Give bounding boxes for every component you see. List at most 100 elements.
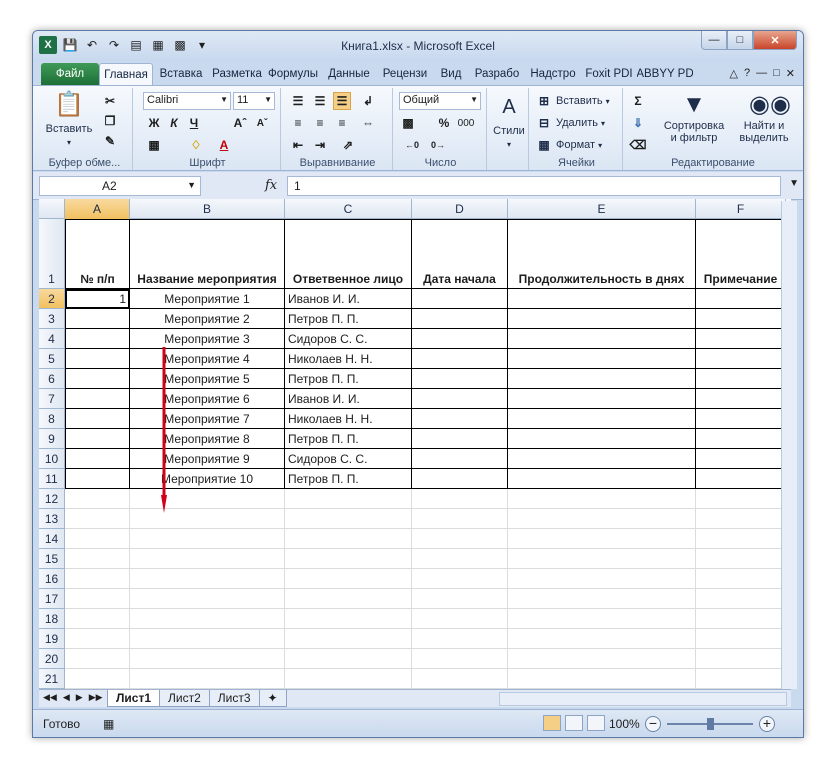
cell[interactable] [696,509,786,529]
cell[interactable] [696,469,786,489]
cell[interactable] [696,569,786,589]
cell[interactable] [508,589,696,609]
borders-icon[interactable]: ▦ [145,136,163,154]
cell[interactable] [285,669,412,689]
cell[interactable] [508,569,696,589]
cell[interactable] [508,349,696,369]
row-header[interactable]: 4 [39,329,65,349]
tab-review[interactable]: Рецензи [377,63,433,85]
cell[interactable] [696,669,786,689]
column-header-f[interactable]: F [696,199,786,219]
cell[interactable] [130,529,285,549]
cell[interactable]: Сидоров С. С. [285,449,412,469]
column-header-a[interactable]: A [65,199,130,219]
delete-cells-button[interactable]: ⊟ Удалить ▾ [535,114,605,132]
cell[interactable] [285,629,412,649]
cell[interactable]: Петров П. П. [285,469,412,489]
cell[interactable] [412,289,508,309]
cell[interactable]: Петров П. П. [285,309,412,329]
cell[interactable] [65,469,130,489]
cell[interactable] [696,349,786,369]
cell[interactable] [412,369,508,389]
tab-home[interactable]: Главная [99,63,153,85]
cell[interactable]: Ответвенное лицо [285,219,412,289]
font-color-icon[interactable]: A [215,136,233,154]
row-header[interactable]: 6 [39,369,65,389]
cell[interactable] [130,509,285,529]
cell[interactable] [696,649,786,669]
row-header[interactable]: 5 [39,349,65,369]
cell[interactable]: Мероприятие 7 [130,409,285,429]
cell[interactable]: Мероприятие 8 [130,429,285,449]
horizontal-scrollbar[interactable] [499,692,787,706]
cell[interactable] [130,669,285,689]
orientation-icon[interactable]: ⇗ [339,136,357,154]
cell[interactable] [508,409,696,429]
sheet-tab-1[interactable]: Лист1 [107,690,161,707]
cell[interactable] [65,389,130,409]
last-sheet-icon[interactable]: ▶▶ [89,692,103,703]
cell[interactable] [508,369,696,389]
cell[interactable] [65,429,130,449]
cell[interactable] [412,449,508,469]
align-center-icon[interactable]: ≡ [311,114,329,132]
minimize-button[interactable]: — [701,31,727,50]
row-header[interactable]: 3 [39,309,65,329]
cell[interactable] [508,449,696,469]
font-size-combo[interactable]: 11 ▼ [233,92,275,110]
cell[interactable] [508,649,696,669]
cell[interactable] [285,609,412,629]
tab-foxit[interactable]: Foxit PDI [581,63,637,85]
cell[interactable] [65,549,130,569]
cell[interactable] [65,369,130,389]
cell[interactable]: Мероприятие 6 [130,389,285,409]
maximize-button[interactable]: □ [727,31,753,50]
cell[interactable] [65,529,130,549]
cell[interactable] [130,489,285,509]
cell[interactable] [130,609,285,629]
page-break-view-button[interactable] [587,715,605,731]
zoom-out-icon[interactable]: − [645,716,661,732]
normal-view-button[interactable] [543,715,561,731]
cell[interactable] [285,549,412,569]
cell[interactable] [508,609,696,629]
cell[interactable] [508,289,696,309]
cell[interactable]: Мероприятие 4 [130,349,285,369]
tab-developer[interactable]: Разрабо [469,63,525,85]
row-header[interactable]: 17 [39,589,65,609]
cell[interactable] [696,289,786,309]
cell[interactable] [65,569,130,589]
cell[interactable] [285,489,412,509]
cell[interactable]: Николаев Н. Н. [285,409,412,429]
align-left-icon[interactable]: ≡ [289,114,307,132]
clear-icon[interactable]: ⌫ [629,136,647,154]
styles-button[interactable]: A Стили ▾ [491,92,527,149]
row-header[interactable]: 19 [39,629,65,649]
first-sheet-icon[interactable]: ◀◀ [43,692,57,703]
cell[interactable] [285,589,412,609]
cell[interactable] [696,529,786,549]
wb-close-icon[interactable]: ✕ [786,67,795,80]
cell[interactable] [412,669,508,689]
close-button[interactable]: ✕ [753,31,797,50]
cell[interactable]: № п/п [65,219,130,289]
wb-minimize-icon[interactable]: — [756,67,767,80]
cell[interactable] [412,549,508,569]
cell[interactable] [508,469,696,489]
cell[interactable]: Мероприятие 5 [130,369,285,389]
cell[interactable]: Мероприятие 10 [130,469,285,489]
cell[interactable]: Петров П. П. [285,429,412,449]
cell[interactable] [65,649,130,669]
cell[interactable] [508,389,696,409]
cell[interactable] [412,389,508,409]
cell[interactable] [285,649,412,669]
row-header[interactable]: 11 [39,469,65,489]
cell[interactable] [412,649,508,669]
cell[interactable] [696,369,786,389]
cell[interactable] [696,309,786,329]
cell[interactable] [412,569,508,589]
align-middle-icon[interactable]: ☰ [311,92,329,110]
formula-input[interactable]: 1 [287,176,781,196]
cell[interactable] [508,669,696,689]
tab-data[interactable]: Данные [321,63,377,85]
